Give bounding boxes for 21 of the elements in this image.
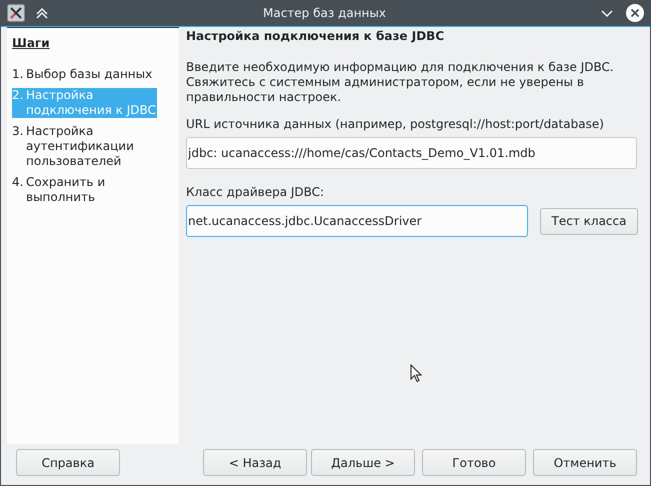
app-icon xyxy=(7,4,25,22)
step-item[interactable]: 3. Настройка аутентификации пользователей xyxy=(12,124,157,169)
driver-label: Класс драйвера JDBC: xyxy=(186,185,326,199)
help-button[interactable]: Справка xyxy=(16,449,120,476)
mouse-cursor-icon xyxy=(410,364,422,383)
intro-text: Введите необходимую информацию для подключения к базе JDBC. Свяжитесь с системным администратором, если не уверены в правильности настроек. xyxy=(186,60,615,105)
step-item[interactable]: 4. Сохранить и выполнить xyxy=(12,175,157,205)
steps-title: Шаги xyxy=(12,36,50,50)
wizard-button[interactable]: Дальше > xyxy=(311,449,415,476)
wizard-button[interactable]: Отменить xyxy=(533,449,637,476)
wizard-button[interactable]: < Назад xyxy=(203,449,307,476)
close-icon[interactable] xyxy=(626,4,644,22)
test-class-button[interactable]: Тест класса xyxy=(540,208,638,234)
step-item[interactable]: 1. Выбор базы данных xyxy=(12,67,157,82)
driver-field[interactable]: net.ucanaccess.jdbc.UcanaccessDriver xyxy=(186,205,528,237)
page-heading: Настройка подключения к базе JDBC xyxy=(186,29,446,43)
wizard-button[interactable]: Готово xyxy=(422,449,526,476)
window-title: Мастер баз данных xyxy=(262,6,387,20)
url-field[interactable]: jdbc: ucanaccess:///home/cas/Contacts_Demo_V1.01.mdb xyxy=(186,137,637,169)
url-label: URL источника данных (например, postgresql://host:port/database) xyxy=(186,117,605,131)
keep-above-icon[interactable] xyxy=(35,6,49,20)
